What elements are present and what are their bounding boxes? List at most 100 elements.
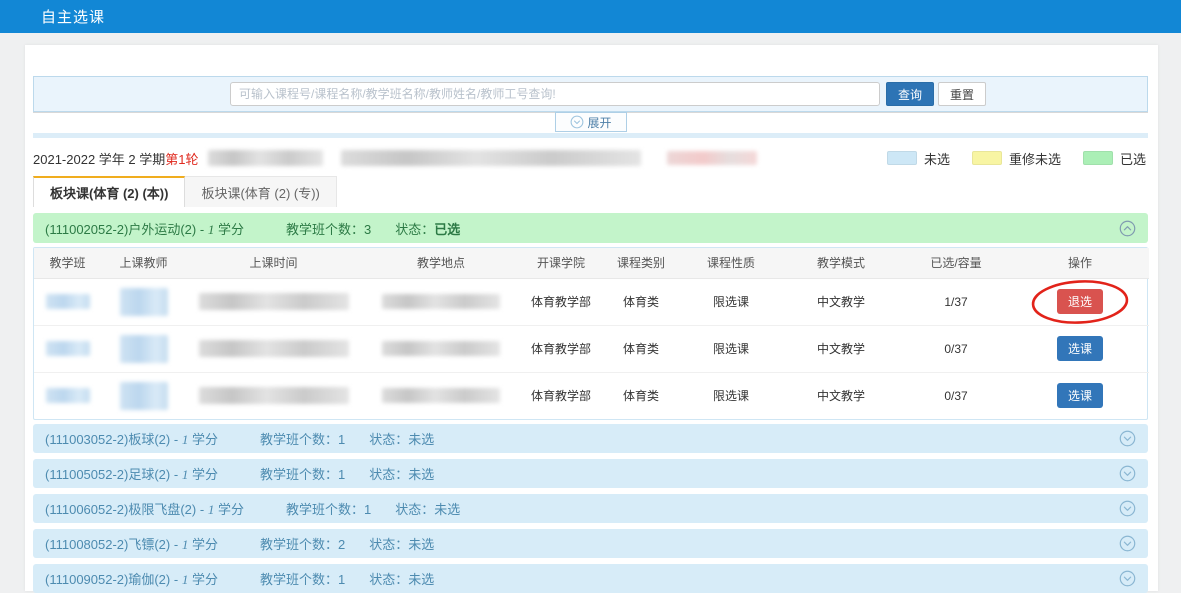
course-title: (111006052-2)极限飞盘(2) - 1 学分 (45, 499, 244, 518)
class-count: 教学班个数：1 (286, 499, 371, 518)
redacted-block (208, 150, 323, 166)
redacted-block (46, 388, 90, 403)
page-title: 自主选课 (0, 6, 105, 27)
redacted-block (46, 341, 90, 356)
col-category: 课程类别 (601, 248, 681, 278)
chevron-down-circle-icon (1119, 465, 1136, 482)
legend: 未选 重修未选 已选 (887, 149, 1148, 168)
category-cell: 体育类 (601, 372, 681, 419)
course-status: 状态：已选 (395, 219, 460, 238)
mode-cell: 中文教学 (781, 372, 901, 419)
semester-row: 2021-2022 学年 2 学期第1轮 未选 重修未选 已选 (33, 145, 1148, 171)
course-title: (111005052-2)足球(2) - 1 学分 (45, 464, 218, 483)
select-course-button[interactable]: 选课 (1057, 383, 1103, 408)
course-panel-collapsed[interactable]: (111009052-2)瑜伽(2) - 1 学分 教学班个数：1 状态：未选 (33, 564, 1148, 593)
course-status: 状态：未选 (369, 534, 434, 553)
redacted-block (667, 151, 757, 165)
search-panel: 查询 重置 (33, 76, 1148, 112)
chevron-up-circle-icon (1119, 220, 1136, 237)
col-college: 开课学院 (521, 248, 601, 278)
chevron-down-circle-icon (1119, 430, 1136, 447)
search-input[interactable] (230, 82, 880, 106)
legend-swatch-selected (1083, 151, 1113, 165)
tab-sport-special[interactable]: 板块课(体育 (2) (专)) (185, 176, 336, 207)
col-action: 操作 (1011, 248, 1149, 278)
table-header-row: 教学班 上课教师 上课时间 教学地点 开课学院 课程类别 课程性质 教学模式 已… (34, 248, 1149, 278)
table-row: 体育教学部 体育类 限选课 中文教学 0/37 选课 (34, 325, 1149, 372)
course-status: 状态：未选 (369, 464, 434, 483)
chevron-down-circle-icon (569, 115, 583, 129)
table-row: 体育教学部 体育类 限选课 中文教学 0/37 选课 (34, 372, 1149, 419)
course-title: (111008052-2)飞镖(2) - 1 学分 (45, 534, 218, 553)
redacted-block (382, 341, 500, 356)
col-capacity: 已选/容量 (901, 248, 1011, 278)
chevron-down-circle-icon (1119, 570, 1136, 587)
course-panel-collapsed[interactable]: (111005052-2)足球(2) - 1 学分 教学班个数：1 状态：未选 (33, 459, 1148, 488)
course-status: 状态：未选 (369, 569, 434, 588)
class-count: 教学班个数：1 (260, 569, 345, 588)
class-table: 教学班 上课教师 上课时间 教学地点 开课学院 课程类别 课程性质 教学模式 已… (33, 247, 1148, 420)
class-count: 教学班个数：3 (286, 219, 371, 238)
app-header: 自主选课 (0, 0, 1181, 33)
semester-label: 2021-2022 学年 2 学期 (33, 149, 165, 168)
course-panel-expanded[interactable]: (111002052-2)户外运动(2) - 1 学分 教学班个数：3 状态：已… (33, 213, 1148, 243)
col-place: 教学地点 (361, 248, 521, 278)
legend-swatch-unselected (887, 151, 917, 165)
class-count: 教学班个数：2 (260, 534, 345, 553)
redacted-block (382, 388, 500, 403)
course-panel-collapsed[interactable]: (111006052-2)极限飞盘(2) - 1 学分 教学班个数：1 状态：未… (33, 494, 1148, 523)
chevron-down-circle-icon (1119, 535, 1136, 552)
course-title: (111002052-2)户外运动(2) - 1 学分 (45, 219, 244, 238)
college-cell: 体育教学部 (521, 325, 601, 372)
reset-button[interactable]: 重置 (938, 82, 986, 106)
class-count: 教学班个数：1 (260, 429, 345, 448)
capacity-cell: 0/37 (901, 325, 1011, 372)
expander-row: 展开 (33, 112, 1148, 133)
nature-cell: 限选课 (681, 372, 781, 419)
capacity-cell: 0/37 (901, 372, 1011, 419)
expand-toggle[interactable]: 展开 (554, 112, 626, 132)
course-panel-collapsed[interactable]: (111003052-2)板球(2) - 1 学分 教学班个数：1 状态：未选 (33, 424, 1148, 453)
course-title: (111009052-2)瑜伽(2) - 1 学分 (45, 569, 218, 588)
redacted-block (120, 382, 168, 410)
capacity-cell: 1/37 (901, 278, 1011, 325)
mode-cell: 中文教学 (781, 325, 901, 372)
drop-course-button[interactable]: 退选 (1057, 289, 1103, 314)
legend-label-retake: 重修未选 (1009, 149, 1061, 168)
redacted-block (199, 387, 349, 404)
chevron-down-circle-icon (1119, 500, 1136, 517)
class-count: 教学班个数：1 (260, 464, 345, 483)
tab-sport-undergrad[interactable]: 板块课(体育 (2) (本)) (33, 176, 185, 207)
redacted-block (382, 294, 500, 309)
category-cell: 体育类 (601, 278, 681, 325)
nature-cell: 限选课 (681, 278, 781, 325)
nature-cell: 限选课 (681, 325, 781, 372)
col-mode: 教学模式 (781, 248, 901, 278)
mode-cell: 中文教学 (781, 278, 901, 325)
redacted-block (46, 294, 90, 309)
redacted-block (341, 150, 641, 166)
query-button[interactable]: 查询 (886, 82, 934, 106)
redacted-block (120, 288, 168, 316)
table-row: 体育教学部 体育类 限选课 中文教学 1/37 退选 (34, 278, 1149, 325)
legend-label-selected: 已选 (1120, 149, 1146, 168)
redacted-block (120, 335, 168, 363)
redacted-block (199, 340, 349, 357)
content-card: 查询 重置 展开 2021-2022 学年 2 学期第1轮 未选 重修未选 已选… (25, 45, 1158, 591)
college-cell: 体育教学部 (521, 278, 601, 325)
course-tabs: 板块课(体育 (2) (本)) 板块课(体育 (2) (专)) (33, 176, 337, 207)
col-class: 教学班 (34, 248, 101, 278)
legend-label-unselected: 未选 (924, 149, 950, 168)
col-time: 上课时间 (186, 248, 361, 278)
col-teacher: 上课教师 (101, 248, 186, 278)
expand-label: 展开 (587, 114, 611, 131)
select-course-button[interactable]: 选课 (1057, 336, 1103, 361)
course-status: 状态：未选 (369, 429, 434, 448)
divider-strip (33, 133, 1148, 138)
course-title: (111003052-2)板球(2) - 1 学分 (45, 429, 218, 448)
college-cell: 体育教学部 (521, 372, 601, 419)
semester-round-label: 第1轮 (165, 149, 198, 168)
redacted-block (199, 293, 349, 310)
course-panel-collapsed[interactable]: (111008052-2)飞镖(2) - 1 学分 教学班个数：2 状态：未选 (33, 529, 1148, 558)
course-status: 状态：未选 (395, 499, 460, 518)
